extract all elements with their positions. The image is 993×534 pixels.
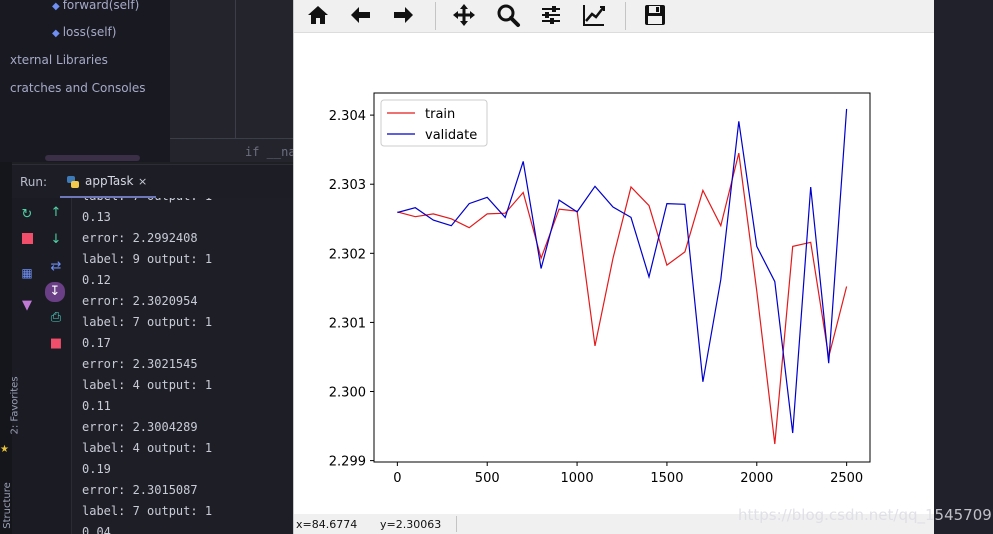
console-line: error: 2.3004289 (82, 420, 198, 434)
favorites-tab[interactable]: 2: Favorites (10, 376, 21, 434)
project-tree: ◆ forward(self) ◆ loss(self) xternal Libra… (0, 0, 170, 162)
console-line: 0.13 (82, 210, 111, 224)
print-icon[interactable]: ⎙ (47, 309, 65, 327)
forward-icon[interactable] (390, 2, 418, 28)
run-tab-apptask[interactable]: appTask × (60, 168, 156, 198)
console-line: 0.17 (82, 336, 111, 350)
save-icon[interactable] (642, 2, 670, 28)
console-line: error: 2.3020954 (82, 294, 198, 308)
y-tick-label: 2.304 (329, 109, 366, 124)
console-line: label: 7 output: 1 (82, 315, 213, 329)
run-console-output[interactable]: label: 7 output: 1 0.13 error: 2.2992408 la… (72, 198, 293, 534)
tree-item-external-libraries[interactable]: xternal Libraries (10, 53, 108, 67)
y-tick-label: 2.303 (329, 178, 366, 193)
console-line: label: 7 output: 1 (82, 198, 212, 203)
console-line: error: 2.2992408 (82, 231, 198, 245)
back-icon[interactable] (348, 2, 376, 28)
rerun-icon[interactable]: ↻ (18, 206, 36, 224)
tree-item-loss[interactable]: ◆ loss(self) (52, 25, 116, 39)
soft-wrap-icon[interactable]: ⇄ (47, 258, 65, 276)
y-tick-label: 2.302 (329, 247, 366, 262)
console-line: label: 4 output: 1 (82, 441, 213, 455)
cursor-x-readout: x=84.6774 (296, 518, 358, 531)
console-line: 0.19 (82, 462, 111, 476)
structure-tab[interactable]: Structure (2, 482, 13, 529)
stop-icon[interactable] (18, 232, 36, 250)
console-line: 0.11 (82, 399, 111, 413)
console-line: label: 4 output: 1 (82, 378, 213, 392)
run-toolbar-primary: ↻ ▦ ▼ (12, 198, 42, 534)
legend-label-validate: validate (425, 128, 477, 143)
tree-item-scratches[interactable]: cratches and Consoles (10, 81, 146, 95)
cursor-y-readout: y=2.30063 (380, 518, 442, 531)
python-icon (67, 176, 79, 188)
editor-gutter-line (235, 0, 236, 138)
ide-right-panel (934, 0, 993, 534)
status-separator (456, 516, 457, 532)
arrow-down-icon[interactable]: ↓ (47, 231, 65, 249)
console-line: 0.04 (82, 525, 111, 534)
scroll-to-end-icon[interactable]: ↧ (45, 282, 65, 302)
pin-icon[interactable]: ▼ (18, 297, 36, 315)
console-line: label: 7 output: 1 (82, 504, 213, 518)
x-tick-label: 1000 (561, 471, 594, 486)
legend-label-train: train (425, 107, 455, 122)
console-line: error: 2.3015087 (82, 483, 198, 497)
tree-item-forward[interactable]: ◆ forward(self) (52, 0, 139, 12)
toolbar-separator (625, 2, 626, 30)
series-line-train (397, 152, 848, 445)
subplots-icon[interactable] (538, 2, 566, 28)
edit-curves-icon[interactable] (581, 2, 609, 28)
navigation-toolbar (294, 0, 934, 33)
pan-icon[interactable] (451, 2, 479, 28)
x-tick-label: 1500 (650, 471, 683, 486)
watermark: https://blog.csdn.net/qq_15457097 (738, 506, 993, 524)
tree-scrollbar[interactable] (45, 155, 140, 161)
home-icon[interactable] (305, 2, 333, 28)
console-line: label: 9 output: 1 (82, 252, 213, 266)
console-line: error: 2.3021545 (82, 357, 198, 371)
star-icon: ★ (0, 444, 9, 455)
x-tick-label: 2500 (830, 471, 863, 486)
y-tick-label: 2.300 (329, 386, 366, 401)
figure-canvas[interactable]: 0 500 1000 1500 2000 2500 2.299 2.300 2.301 2.302… (294, 33, 934, 514)
arrow-up-icon[interactable]: ↑ (47, 204, 65, 222)
run-toolbar-secondary: ↑ ↓ ⇄ ↧ ⎙ ■ (42, 198, 72, 534)
toolbar-separator (435, 2, 436, 30)
trash-icon[interactable]: ■ (47, 335, 65, 353)
matplotlib-window: 0 500 1000 1500 2000 2500 2.299 2.300 2.301 2.302… (293, 0, 935, 534)
x-tick-label: 2000 (740, 471, 773, 486)
method-icon: ◆ (52, 1, 60, 12)
method-icon: ◆ (52, 28, 60, 39)
x-tick-label: 500 (475, 471, 500, 486)
run-tab-label: appTask (85, 174, 134, 188)
series-line-validate (397, 108, 848, 434)
y-tick-label: 2.301 (329, 316, 366, 331)
zoom-icon[interactable] (495, 2, 523, 28)
line-chart[interactable]: 0 500 1000 1500 2000 2500 2.299 2.300 2.301 2.302… (294, 33, 934, 514)
editor-divider (170, 138, 293, 139)
layout-icon[interactable]: ▦ (18, 264, 36, 282)
x-tick-label: 0 (393, 471, 401, 486)
close-icon[interactable]: × (138, 175, 147, 188)
console-line: 0.12 (82, 273, 111, 287)
y-tick-label: 2.299 (329, 455, 366, 470)
plot-frame (373, 92, 871, 463)
run-label: Run: (20, 175, 48, 189)
